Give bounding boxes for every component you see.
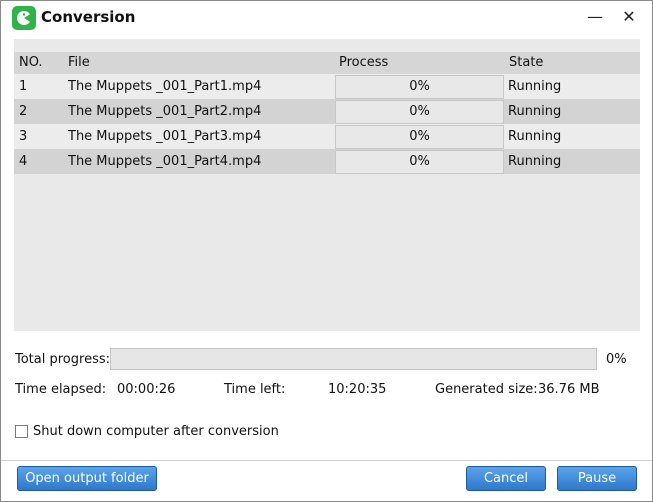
list-header: NO. File Process State [14,52,640,74]
conversion-list: NO. File Process State 1 The Muppets _00… [14,39,640,331]
time-elapsed-value: 00:00:26 [117,382,176,397]
total-progress-label: Total progress: [15,352,110,367]
row-state: Running [508,104,562,119]
minimize-button[interactable]: — [585,7,605,27]
table-row[interactable]: 3 The Muppets _001_Part3.mp4 0% Running [14,124,640,149]
row-no: 3 [19,129,28,144]
table-row[interactable]: 2 The Muppets _001_Part2.mp4 0% Running [14,99,640,124]
app-logo-icon [12,6,36,30]
row-progress: 0% [335,75,504,99]
time-left-label: Time left: [224,382,286,397]
row-file: The Muppets _001_Part4.mp4 [68,154,262,169]
row-file: The Muppets _001_Part2.mp4 [68,104,262,119]
row-file: The Muppets _001_Part1.mp4 [68,79,262,94]
header-no[interactable]: NO. [19,52,43,74]
table-row[interactable]: 4 The Muppets _001_Part4.mp4 0% Running [14,149,640,174]
window-title: Conversion [41,8,136,26]
row-progress: 0% [335,150,504,174]
row-file: The Muppets _001_Part3.mp4 [68,129,262,144]
title-bar: Conversion — ✕ [1,1,652,35]
row-progress: 0% [335,100,504,124]
total-progress-bar [110,348,597,370]
row-state: Running [508,129,562,144]
footer-divider [1,460,652,461]
header-file[interactable]: File [68,52,90,74]
header-state[interactable]: State [509,52,543,74]
generated-size-value: 36.76 MB [538,382,600,397]
row-state: Running [508,79,562,94]
shutdown-checkbox-label[interactable]: Shut down computer after conversion [33,424,279,439]
header-process[interactable]: Process [339,52,388,74]
pause-button[interactable]: Pause [557,466,637,491]
close-button[interactable]: ✕ [619,7,639,27]
time-elapsed-label: Time elapsed: [15,382,107,397]
row-progress: 0% [335,125,504,149]
generated-size-label: Generated size: [435,382,538,397]
row-no: 4 [19,154,28,169]
cancel-button[interactable]: Cancel [466,466,546,491]
open-output-folder-button[interactable]: Open output folder [17,466,157,491]
row-no: 2 [19,104,28,119]
time-left-value: 10:20:35 [328,382,387,397]
table-row[interactable]: 1 The Muppets _001_Part1.mp4 0% Running [14,74,640,99]
total-progress-percent: 0% [606,352,627,367]
conversion-window: Conversion — ✕ NO. File Process State 1 … [0,0,653,502]
row-state: Running [508,154,562,169]
shutdown-checkbox[interactable] [15,425,28,438]
row-no: 1 [19,79,28,94]
